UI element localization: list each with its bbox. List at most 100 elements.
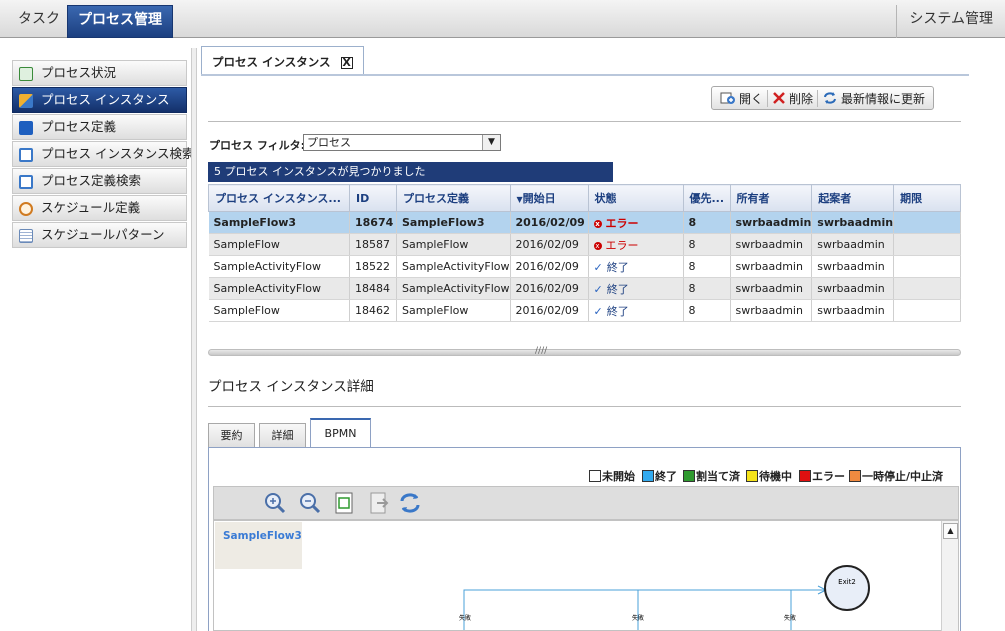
edge-label: 失敗 — [459, 614, 471, 622]
cell-definition: SampleFlow — [396, 233, 511, 256]
sidebar-item-schedule-pattern[interactable]: スケジュールパターン — [12, 222, 187, 248]
table-row[interactable]: SampleActivityFlow 18484 SampleActivityF… — [208, 277, 961, 300]
sidebar-item-process-definition[interactable]: プロセス定義 — [12, 114, 187, 140]
cell-due — [893, 299, 961, 322]
legend-item: エラー — [799, 469, 845, 483]
legend-item: 未開始 — [589, 469, 635, 483]
cell-status: ✓ 終了 — [588, 255, 684, 278]
tab-process-instance[interactable]: プロセス インスタンス X — [201, 46, 364, 76]
tab-bpmn[interactable]: BPMN — [310, 418, 371, 448]
sidebar-item-definition-search[interactable]: プロセス定義検索 — [12, 168, 187, 194]
sidebar-splitter[interactable] — [191, 48, 197, 631]
exit-label: Exit2 — [838, 578, 856, 586]
process-status-icon — [19, 66, 33, 81]
detail-title: プロセス インスタンス詳細 — [208, 379, 374, 395]
definition-search-icon — [19, 174, 33, 189]
vertical-scrollbar[interactable]: ▲ — [941, 521, 958, 631]
filter-label: プロセス フィルタ: — [209, 139, 306, 152]
column-header-start-date[interactable]: ▼開始日 — [509, 184, 589, 212]
exit-node[interactable] — [824, 565, 870, 611]
sidebar-item-label: スケジュールパターン — [41, 227, 165, 242]
legend-swatch — [799, 470, 811, 482]
table-row[interactable]: SampleActivityFlow 18522 SampleActivityF… — [208, 255, 961, 278]
cell-id: 18587 — [349, 233, 397, 256]
process-instance-icon — [19, 93, 33, 108]
cell-owner: swrbaadmin — [730, 233, 813, 256]
bpmn-diagram: Exit2 失敗 失敗 失敗 — [459, 565, 870, 630]
delete-button[interactable]: 削除 — [767, 89, 817, 107]
checkmark-icon: ✓ — [593, 260, 603, 274]
table-row[interactable]: SampleFlow 18462 SampleFlow 2016/02/09 ✓… — [208, 299, 961, 322]
sidebar-item-process-instance[interactable]: プロセス インスタンス — [12, 87, 187, 113]
cell-owner: swrbaadmin — [730, 211, 813, 234]
cell-definition: SampleActivityFlow — [396, 255, 511, 278]
table-row[interactable]: SampleFlow3 18674 SampleFlow3 2016/02/09… — [208, 211, 961, 234]
cell-owner: swrbaadmin — [730, 299, 813, 322]
zoom-out-icon[interactable] — [298, 491, 322, 515]
column-header-due[interactable]: 期限 — [893, 184, 961, 212]
cell-start: 2016/02/09 — [510, 277, 589, 300]
open-icon — [720, 92, 735, 104]
column-header-id[interactable]: ID — [349, 184, 397, 212]
cell-status: ✓ 終了 — [588, 277, 684, 300]
action-toolbar: 開く 削除 最新情報に更新 — [711, 86, 935, 110]
zoom-in-icon[interactable] — [263, 491, 287, 515]
instance-search-icon — [19, 147, 33, 162]
column-header-definition[interactable]: プロセス定義 — [396, 184, 511, 212]
cell-instance: SampleFlow — [208, 233, 350, 256]
bpmn-canvas[interactable]: Exit2 失敗 失敗 失敗 — [213, 520, 959, 631]
column-header-priority[interactable]: 優先... — [682, 184, 731, 212]
bpmn-toolbar — [213, 486, 959, 520]
tab-detail[interactable]: 詳細 — [259, 423, 306, 448]
legend-swatch — [849, 470, 861, 482]
cell-id: 18674 — [349, 211, 397, 234]
close-icon[interactable]: X — [340, 56, 353, 69]
fit-page-icon[interactable] — [332, 491, 356, 515]
cell-definition: SampleActivityFlow — [396, 277, 511, 300]
tab-task[interactable]: タスク — [8, 5, 70, 38]
divider — [208, 406, 961, 407]
process-filter-select[interactable]: プロセス ▼ — [303, 134, 501, 151]
refresh-button[interactable]: 最新情報に更新 — [817, 89, 929, 107]
export-icon[interactable] — [367, 491, 391, 515]
cell-instance: SampleFlow — [208, 299, 350, 322]
grip-icon: //// — [535, 346, 548, 356]
table-row[interactable]: SampleFlow 18587 SampleFlow 2016/02/09 x… — [208, 233, 961, 256]
error-icon: x — [593, 219, 602, 228]
tab-system-management[interactable]: システム管理 — [896, 5, 1005, 38]
column-header-initiator[interactable]: 起案者 — [811, 184, 895, 212]
panel-splitter[interactable]: //// — [208, 346, 961, 356]
cell-priority: 8 — [683, 255, 731, 278]
sidebar-item-instance-search[interactable]: プロセス インスタンス検索 — [12, 141, 194, 167]
cell-id: 18462 — [349, 299, 397, 322]
open-button[interactable]: 開く — [716, 90, 767, 107]
cell-priority: 8 — [683, 299, 731, 322]
tab-summary[interactable]: 要約 — [208, 423, 255, 448]
column-header-status[interactable]: 状態 — [587, 184, 684, 212]
delete-label: 削除 — [789, 91, 814, 106]
cell-due — [893, 255, 961, 278]
tab-process-management[interactable]: プロセス管理 — [67, 5, 173, 38]
cell-instance: SampleActivityFlow — [208, 255, 350, 278]
scroll-up-icon[interactable]: ▲ — [943, 523, 958, 539]
column-header-owner[interactable]: 所有者 — [729, 184, 813, 212]
refresh-diagram-icon[interactable] — [398, 491, 422, 515]
delete-icon — [773, 92, 785, 104]
edge-label: 失敗 — [632, 614, 644, 622]
cell-instance: SampleFlow3 — [208, 211, 350, 234]
sidebar-item-schedule-definition[interactable]: スケジュール定義 — [12, 195, 187, 221]
cell-initiator: swrbaadmin — [811, 233, 895, 256]
cell-definition: SampleFlow — [396, 299, 511, 322]
sidebar-item-process-status[interactable]: プロセス状況 — [12, 60, 187, 86]
chevron-down-icon[interactable]: ▼ — [482, 135, 500, 150]
cell-id: 18484 — [349, 277, 397, 300]
sidebar-item-label: プロセス インスタンス検索 — [41, 146, 195, 161]
refresh-icon — [824, 92, 837, 104]
cell-definition: SampleFlow3 — [396, 211, 511, 234]
column-header-instance[interactable]: プロセス インスタンス... — [208, 184, 350, 212]
cell-id: 18522 — [349, 255, 397, 278]
divider — [208, 121, 961, 122]
sidebar-item-label: プロセス インスタンス — [41, 92, 170, 107]
checkmark-icon: ✓ — [593, 304, 603, 318]
cell-instance: SampleActivityFlow — [208, 277, 350, 300]
